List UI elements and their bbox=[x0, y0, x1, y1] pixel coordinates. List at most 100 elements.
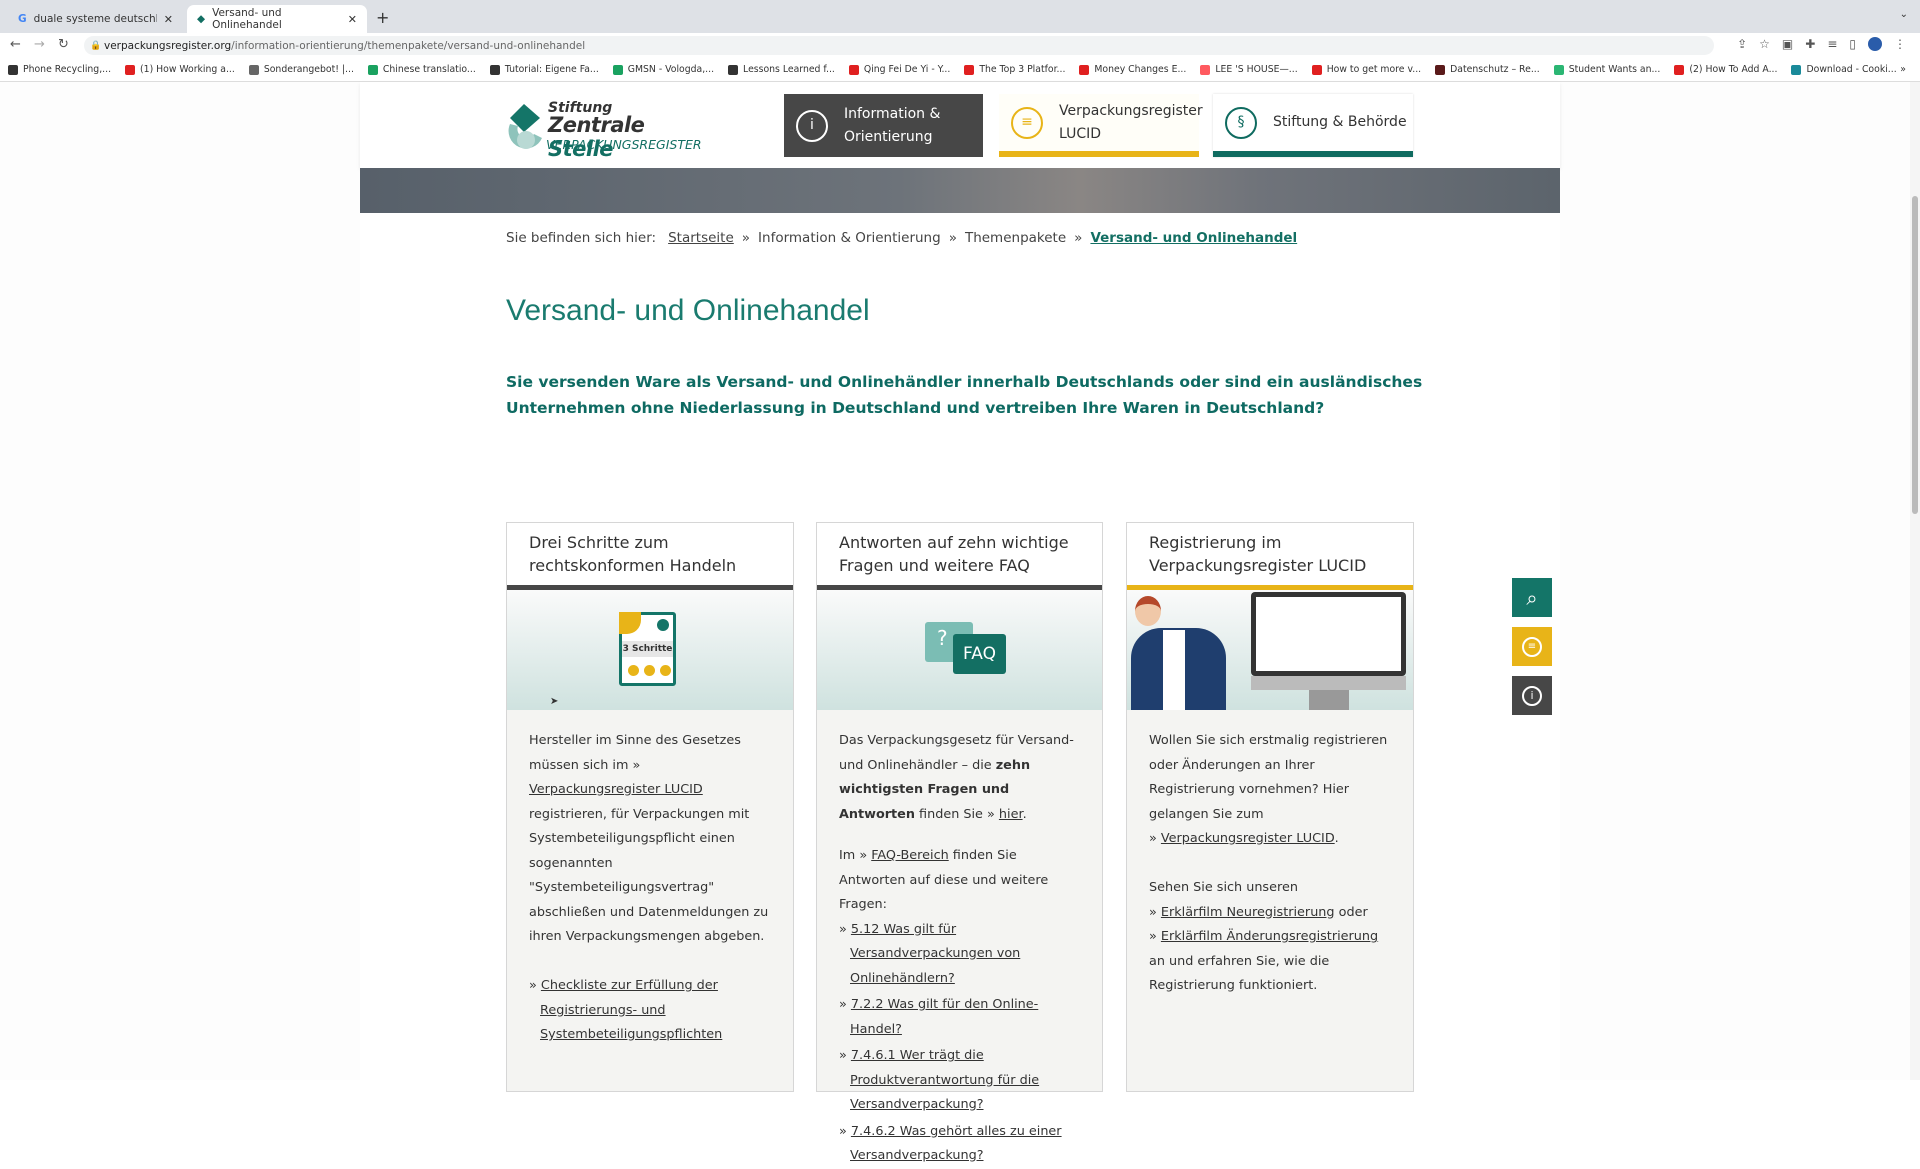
bookmark-item[interactable]: Download - Cooki... bbox=[1791, 64, 1897, 75]
faq-link[interactable]: 7.4.6.1 Wer trägt die Produktverantwortu… bbox=[850, 1048, 1039, 1112]
bookmark-item[interactable]: GMSN - Vologda,... bbox=[612, 64, 714, 75]
sidepanel-icon[interactable]: ▯ bbox=[1849, 37, 1856, 51]
media-icon[interactable]: ≡ bbox=[1827, 37, 1837, 51]
bookmark-item[interactable]: Tutorial: Eigene Fa... bbox=[489, 64, 599, 75]
link-verpackungsregister-lucid[interactable]: Verpackungsregister LUCID bbox=[1161, 831, 1335, 846]
card-drei-schritte: Drei Schritte zum rechtskonformen Handel… bbox=[506, 522, 794, 1092]
card-title[interactable]: Registrierung im Verpackungsregister LUC… bbox=[1127, 523, 1413, 585]
bookmark-item[interactable]: Qing Fei De Yi - Y... bbox=[848, 64, 951, 75]
back-icon[interactable]: ← bbox=[10, 37, 21, 52]
bookmark-item[interactable]: Student Wants an... bbox=[1553, 64, 1661, 75]
info-button[interactable]: i bbox=[1512, 676, 1552, 715]
bookmark-item[interactable]: Money Changes E... bbox=[1079, 64, 1186, 75]
bookmark-label: Chinese translatio... bbox=[382, 64, 476, 75]
bookmark-item[interactable]: Chinese translatio... bbox=[367, 64, 476, 75]
nav-information-orientierung[interactable]: i Information & Orientierung bbox=[784, 94, 983, 157]
google-icon: G bbox=[18, 13, 27, 25]
chat-icon: ≡ bbox=[1522, 636, 1542, 657]
faq-link[interactable]: 7.4.6.2 Was gehört alles zu einer Versan… bbox=[850, 1124, 1062, 1164]
close-tab-icon[interactable]: ✕ bbox=[164, 13, 173, 26]
menu-icon[interactable]: ⋮ bbox=[1894, 37, 1906, 51]
intro-text: Sie versenden Ware als Versand- und Onli… bbox=[506, 373, 1423, 417]
bookmark-favicon-icon bbox=[1079, 64, 1090, 75]
card-title[interactable]: Drei Schritte zum rechtskonformen Handel… bbox=[507, 523, 793, 585]
extension-icon[interactable]: ▣ bbox=[1782, 37, 1793, 51]
share-icon[interactable]: ⇪ bbox=[1737, 37, 1747, 51]
more-bookmarks-icon[interactable]: » bbox=[1900, 64, 1906, 75]
breadcrumb-current[interactable]: Versand- und Onlinehandel bbox=[1090, 230, 1297, 246]
lucid-icon: ≡ bbox=[1011, 106, 1043, 139]
tab-google[interactable]: Gduale systeme deutschland - G ✕ bbox=[8, 5, 183, 33]
avatar[interactable] bbox=[1868, 37, 1882, 51]
new-tab-button[interactable]: + bbox=[376, 8, 389, 27]
lucid-button[interactable]: ≡ bbox=[1512, 627, 1552, 666]
nav-label: LUCID bbox=[1059, 125, 1102, 142]
link-erklaerfilm-neuregistrierung[interactable]: Erklärfilm Neuregistrierung bbox=[1161, 905, 1335, 920]
bookmark-item[interactable]: (1) How Working a... bbox=[125, 64, 235, 75]
nav-stiftung-behoerde[interactable]: § Stiftung & Behörde bbox=[1213, 94, 1413, 157]
link-verpackungsregister-lucid[interactable]: Verpackungsregister LUCID bbox=[529, 782, 703, 797]
checklist-illustration: 3 Schritte ➤ bbox=[507, 590, 793, 710]
bookmark-favicon-icon bbox=[1200, 64, 1211, 75]
faq-link[interactable]: 5.12 Was gilt für Versandverpackungen vo… bbox=[850, 922, 1020, 986]
bookmark-item[interactable]: Sonderangebot! |... bbox=[248, 64, 354, 75]
url-path: /information-orientierung/themenpakete/v… bbox=[231, 39, 586, 52]
breadcrumb-themenpakete[interactable]: Themenpakete bbox=[965, 230, 1066, 246]
faq-link[interactable]: 7.2.2 Was gilt für den Online-Handel? bbox=[850, 997, 1038, 1037]
bookmark-favicon-icon bbox=[1435, 64, 1446, 75]
bookmark-favicon-icon bbox=[728, 64, 739, 75]
link-erklaerfilm-aenderungsregistrierung[interactable]: Erklärfilm Änderungsregistrierung bbox=[1161, 929, 1378, 944]
breadcrumb: Sie befinden sich hier: Startseite » Info… bbox=[506, 230, 1297, 246]
url-input[interactable]: 🔒 verpackungsregister.org/information-ori… bbox=[84, 36, 1714, 55]
link-hier[interactable]: hier bbox=[999, 807, 1023, 822]
puzzle-icon[interactable]: ✚ bbox=[1805, 37, 1815, 51]
search-button[interactable]: ⌕ bbox=[1512, 578, 1552, 617]
card-text: Sehen Sie sich unseren » Erklärfilm Neur… bbox=[1149, 880, 1379, 993]
bookmark-label: Tutorial: Eigene Fa... bbox=[504, 64, 599, 75]
nav-label: Information & bbox=[844, 105, 941, 122]
link-faq-bereich[interactable]: FAQ-Bereich bbox=[871, 848, 949, 863]
bookmark-label: Sonderangebot! |... bbox=[263, 64, 354, 75]
logo-mark-icon bbox=[508, 104, 542, 149]
bookmark-item[interactable]: How to get more v... bbox=[1311, 64, 1421, 75]
content-container: Stiftung Zentrale Stelle VERPACKUNGSREGI… bbox=[360, 82, 1560, 1163]
info-icon: i bbox=[1522, 685, 1542, 706]
page-title: Versand- und Onlinehandel bbox=[506, 294, 870, 327]
card-text: Wollen Sie sich erstmalig registrieren o… bbox=[1149, 733, 1388, 846]
star-icon[interactable]: ☆ bbox=[1759, 37, 1770, 51]
list-item: » 5.12 Was gilt für Versandverpackungen … bbox=[839, 921, 1021, 986]
tab-versand[interactable]: ◆ Versand- und Onlinehandel ✕ bbox=[187, 5, 367, 33]
bookmark-item[interactable]: LEE 'S HOUSE—... bbox=[1200, 64, 1298, 75]
card-text: Im » FAQ-Bereich finden Sie Antworten au… bbox=[839, 848, 1049, 912]
link-checkliste[interactable]: Checkliste zur Erfüllung der Registrieru… bbox=[540, 978, 722, 1042]
site-header: Stiftung Zentrale Stelle VERPACKUNGSREGI… bbox=[360, 82, 1560, 168]
list-item: » 7.4.6.1 Wer trägt die Produktverantwor… bbox=[839, 1048, 1040, 1112]
bookmark-label: (2) How To Add A... bbox=[1689, 64, 1778, 75]
scrollbar-thumb[interactable] bbox=[1912, 196, 1918, 514]
bookmark-item[interactable]: (2) How To Add A... bbox=[1674, 64, 1777, 75]
document-icon: 3 Schritte bbox=[619, 612, 676, 686]
bookmark-label: Student Wants an... bbox=[1568, 64, 1661, 75]
bookmark-item[interactable]: Lessons Learned f... bbox=[728, 64, 835, 75]
document-label: 3 Schritte bbox=[622, 641, 673, 657]
card-title[interactable]: Antworten auf zehn wichtige Fragen und w… bbox=[817, 523, 1102, 585]
nav-verpackungsregister-lucid[interactable]: ≡ Verpackungsregister LUCID bbox=[999, 94, 1203, 157]
breadcrumb-information[interactable]: Information & Orientierung bbox=[758, 230, 941, 246]
forward-icon[interactable]: → bbox=[34, 37, 45, 52]
bookmark-favicon-icon bbox=[1553, 64, 1564, 75]
scrollbar[interactable] bbox=[1910, 82, 1920, 1080]
bookmark-item[interactable]: Phone Recycling,... bbox=[8, 64, 111, 75]
breadcrumb-startseite[interactable]: Startseite bbox=[668, 230, 734, 246]
bookmark-label: (1) How Working a... bbox=[140, 64, 235, 75]
logo[interactable]: Stiftung Zentrale Stelle VERPACKUNGSREGI… bbox=[506, 100, 716, 161]
info-chat-icon: i bbox=[796, 109, 828, 142]
reload-icon[interactable]: ↻ bbox=[58, 37, 69, 52]
address-bar: ← → ↻ 🔒 verpackungsregister.org/informati… bbox=[0, 33, 1920, 58]
search-icon: ⌕ bbox=[1526, 585, 1538, 610]
bookmark-label: Qing Fei De Yi - Y... bbox=[863, 64, 951, 75]
tab-search-icon[interactable]: ⌄ bbox=[1900, 9, 1908, 20]
bookmark-item[interactable]: Datenschutz – Re... bbox=[1435, 64, 1540, 75]
site-favicon: ◆ bbox=[197, 13, 206, 25]
bookmark-item[interactable]: The Top 3 Platfor... bbox=[964, 64, 1065, 75]
close-tab-icon[interactable]: ✕ bbox=[348, 13, 357, 26]
